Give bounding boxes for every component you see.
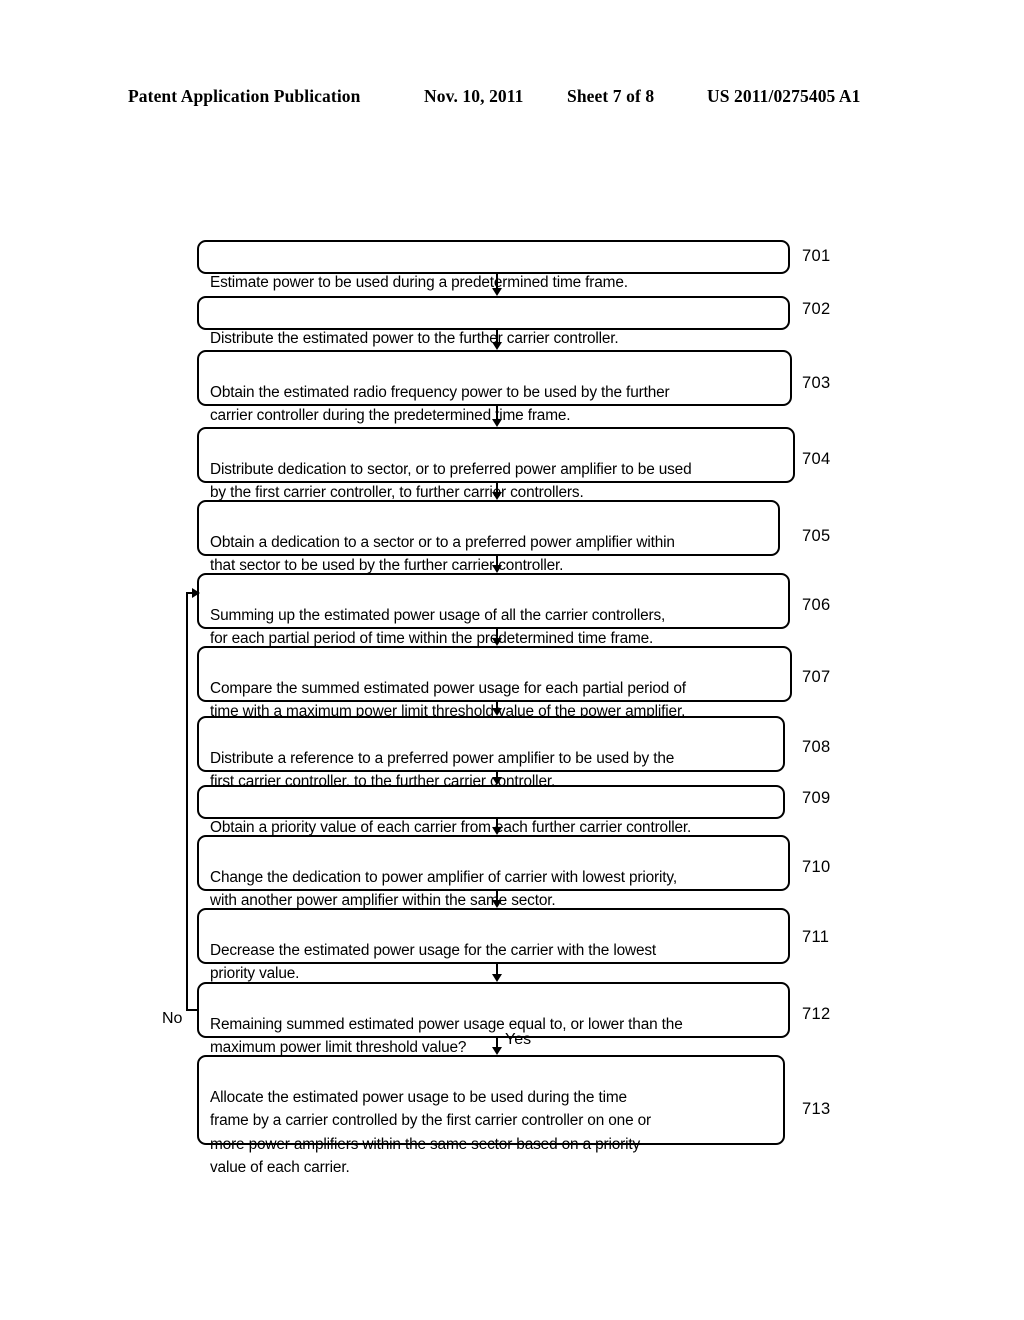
- flow-step-ref-707: 707: [802, 668, 831, 686]
- connector-arrow-712-713: [492, 1047, 502, 1055]
- connector-702-703: [496, 330, 499, 342]
- flow-step-709: Obtain a priority value of each carrier …: [197, 785, 785, 836]
- flow-step-710: Change the dedication to power amplifier…: [197, 835, 790, 909]
- connector-arrow-705-706: [492, 565, 502, 573]
- flow-step-ref-711: 711: [802, 928, 830, 946]
- connector-arrow-708-709: [492, 777, 502, 785]
- connector-arrow-710-711: [492, 900, 502, 908]
- connector-arrow-704-705: [492, 492, 502, 500]
- branch-label-yes: Yes: [505, 1031, 532, 1048]
- flow-step-701: Estimate power to be used during a prede…: [197, 240, 790, 291]
- flow-step-text: Distribute a reference to a preferred po…: [210, 749, 675, 791]
- flow-step-text: Estimate power to be used during a prede…: [210, 273, 628, 291]
- connector-arrow-703-704: [492, 419, 502, 427]
- connector-712-713: [496, 1038, 499, 1047]
- flow-step-text: Change the dedication to power amplifier…: [210, 868, 677, 910]
- flow-step-text: Remaining summed estimated power usage e…: [210, 1015, 683, 1057]
- flow-step-705: Obtain a dedication to a sector or to a …: [197, 500, 780, 574]
- flow-step-text: Obtain a priority value of each carrier …: [210, 818, 692, 836]
- flowchart-figure: Estimate power to be used during a prede…: [0, 0, 1024, 1320]
- connector-709-710: [496, 819, 499, 827]
- feedback-segment-vertical: [186, 592, 189, 1011]
- connector-710-711: [496, 891, 499, 900]
- flow-step-ref-704: 704: [802, 450, 831, 468]
- branch-label-no: No: [162, 1010, 183, 1027]
- flow-step-ref-706: 706: [802, 596, 831, 614]
- flow-step-text: Allocate the estimated power usage to be…: [210, 1088, 651, 1177]
- flow-step-702: Distribute the estimated power to the fu…: [197, 296, 790, 347]
- flow-step-text: Summing up the estimated power usage of …: [210, 606, 666, 648]
- connector-arrow-709-710: [492, 827, 502, 835]
- flow-step-ref-712: 712: [802, 1005, 831, 1023]
- flow-step-text: Distribute dedication to sector, or to p…: [210, 460, 692, 502]
- feedback-arrow-into-706: [192, 588, 200, 598]
- flow-step-712: Remaining summed estimated power usage e…: [197, 982, 790, 1056]
- flow-step-704: Distribute dedication to sector, or to p…: [197, 427, 795, 501]
- connector-arrow-707-708: [492, 708, 502, 716]
- connector-arrow-706-707: [492, 638, 502, 646]
- flow-step-ref-709: 709: [802, 789, 831, 807]
- flow-step-ref-710: 710: [802, 858, 831, 876]
- flow-step-ref-702: 702: [802, 300, 831, 318]
- flow-step-711: Decrease the estimated power usage for t…: [197, 908, 790, 982]
- connector-711-712: [496, 964, 499, 974]
- flow-step-ref-703: 703: [802, 374, 831, 392]
- flow-step-706: Summing up the estimated power usage of …: [197, 573, 790, 647]
- flow-step-708: Distribute a reference to a preferred po…: [197, 716, 785, 790]
- connector-arrow-702-703: [492, 342, 502, 350]
- flow-step-text: Distribute the estimated power to the fu…: [210, 329, 619, 347]
- connector-705-706: [496, 556, 499, 565]
- flow-step-707: Compare the summed estimated power usage…: [197, 646, 792, 720]
- connector-arrow-701-702: [492, 288, 502, 296]
- flow-step-text: Obtain a dedication to a sector or to a …: [210, 533, 675, 575]
- flow-step-ref-701: 701: [802, 247, 831, 265]
- connector-706-707: [496, 629, 499, 638]
- flow-step-text: Compare the summed estimated power usage…: [210, 679, 686, 721]
- flow-step-text: Decrease the estimated power usage for t…: [210, 941, 657, 983]
- flow-step-703: Obtain the estimated radio frequency pow…: [197, 350, 792, 424]
- flow-step-text: Obtain the estimated radio frequency pow…: [210, 383, 670, 425]
- flow-step-ref-708: 708: [802, 738, 831, 756]
- connector-701-702: [496, 274, 499, 288]
- connector-arrow-711-712: [492, 974, 502, 982]
- flow-step-713: Allocate the estimated power usage to be…: [197, 1055, 785, 1176]
- flow-step-ref-713: 713: [802, 1100, 831, 1118]
- connector-703-704: [496, 406, 499, 419]
- connector-704-705: [496, 483, 499, 492]
- flow-step-ref-705: 705: [802, 527, 831, 545]
